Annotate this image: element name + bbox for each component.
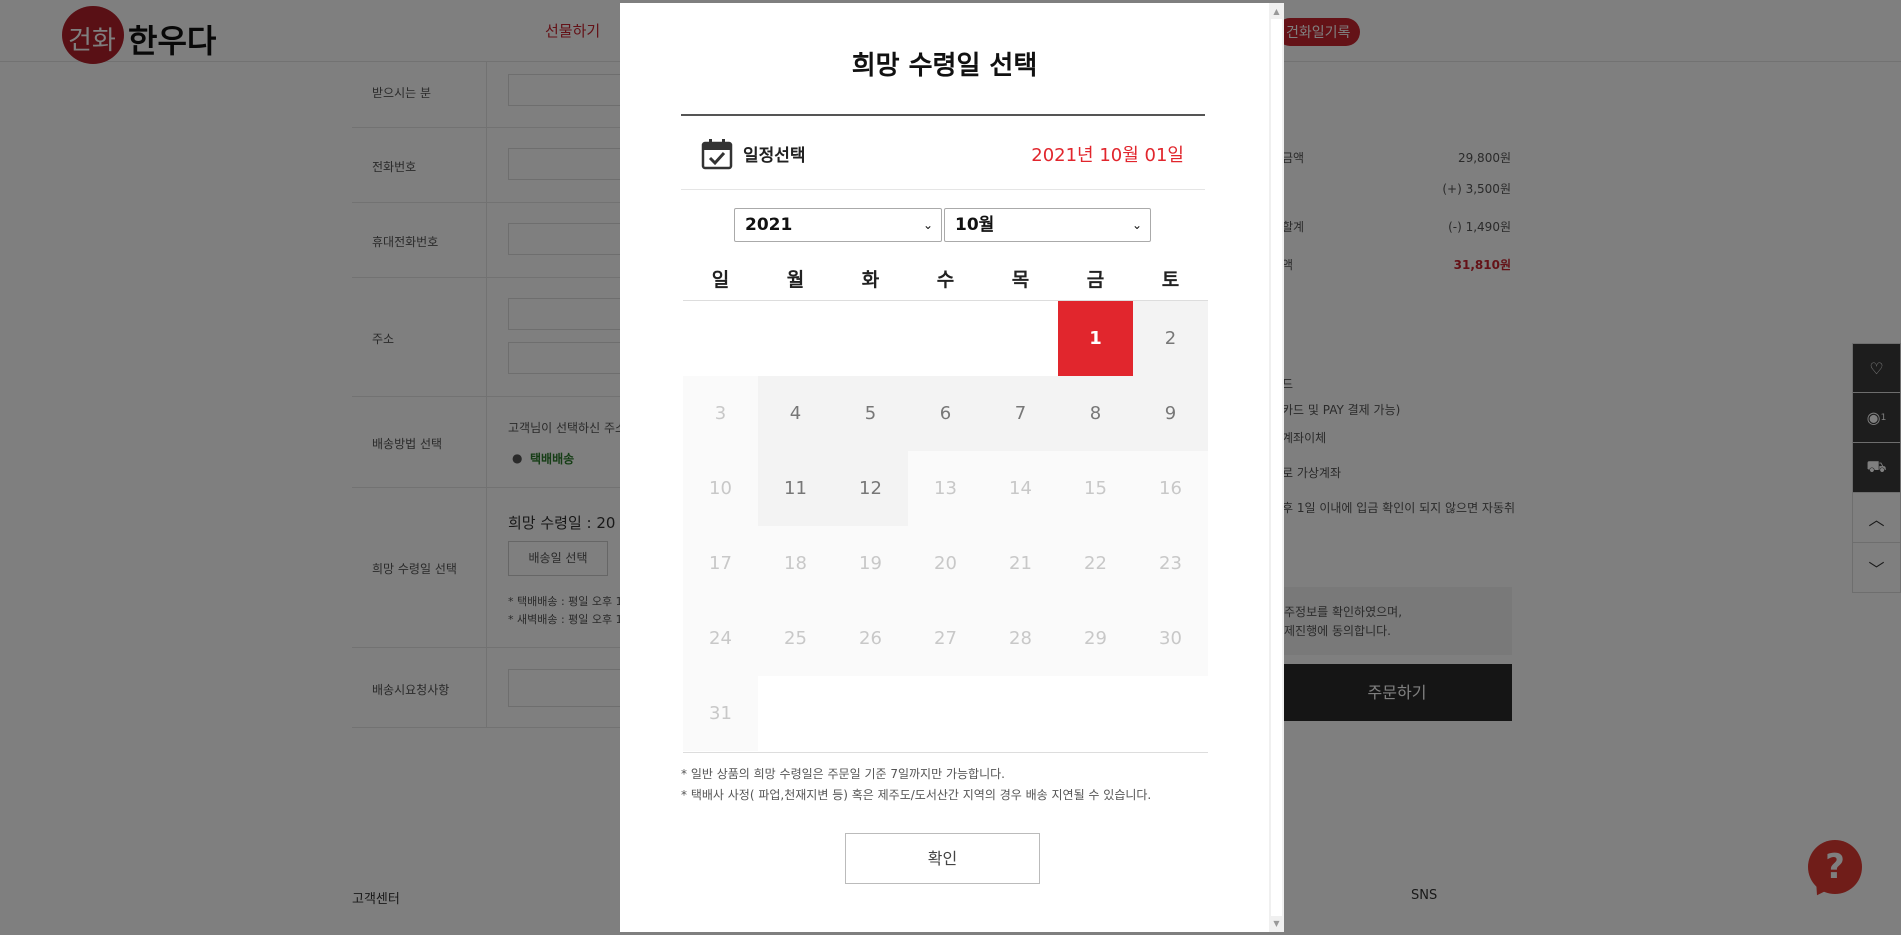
month-select[interactable]: 10월 ⌄ [944,208,1151,242]
calendar-day: 21 [983,526,1058,601]
calendar-day: 28 [983,601,1058,676]
weekday-header: 일 월 화 수 목 금 토 [683,265,1208,301]
calendar-day[interactable]: 5 [833,376,908,451]
scroll-down-arrow-icon[interactable]: ▼ [1272,919,1281,928]
modal-scrollbar[interactable]: ▲ ▼ [1269,3,1284,932]
calendar-day[interactable]: 11 [758,451,833,526]
weekday-sun: 일 [711,269,730,291]
year-select-value: 2021 [745,215,793,235]
calendar-day: 16 [1133,451,1208,526]
calendar-check-icon [701,139,733,170]
calendar-day[interactable]: 4 [758,376,833,451]
weekday-fri: 금 [1086,269,1105,291]
calendar-day: 10 [683,451,758,526]
calendar-day[interactable]: 2 [1133,301,1208,376]
calendar-day-selected[interactable]: 1 [1058,301,1133,376]
calendar-day: 27 [908,601,983,676]
notice-line: * 일반 상품의 희망 수령일은 주문일 기준 7일까지만 가능합니다. [681,767,1005,781]
weekday-wed: 수 [936,269,955,291]
calendar-day: 13 [908,451,983,526]
calendar-day[interactable]: 12 [833,451,908,526]
month-select-value: 10월 [955,215,995,235]
weekday-tue: 화 [861,269,880,291]
calendar-day: 23 [1133,526,1208,601]
selected-date-text: 2021년 10월 01일 [1031,145,1184,166]
calendar-day: 20 [908,526,983,601]
calendar-day: 22 [1058,526,1133,601]
calendar-day: 14 [983,451,1058,526]
calendar-grid: 1 2 3 4 5 6 7 8 9 10 11 12 13 14 15 16 17 18 19 20 21 22 23 24 2… [683,301,1208,753]
schedule-row: 일정선택 2021년 10월 01일 [681,116,1205,190]
calendar-day: 17 [683,526,758,601]
scroll-thumb[interactable] [1271,19,1282,916]
weekday-thu: 목 [1011,269,1030,291]
chevron-down-icon: ⌄ [1131,218,1142,232]
confirm-button[interactable]: 확인 [845,833,1040,884]
calendar-day[interactable]: 7 [983,376,1058,451]
notice-line: * 택배사 사정( 파업,천재지변 등) 혹은 제주도/도서산간 지역의 경우 … [681,788,1152,802]
calendar-day: 25 [758,601,833,676]
calendar-day: 19 [833,526,908,601]
calendar-day[interactable]: 6 [908,376,983,451]
scroll-up-arrow-icon[interactable]: ▲ [1272,7,1281,16]
schedule-label: 일정선택 [743,146,806,166]
weekday-sat: 토 [1161,269,1180,291]
modal-title: 희망 수령일 선택 [851,51,1038,81]
calendar-day: 31 [683,676,758,751]
calendar-day: 3 [683,376,758,451]
weekday-mon: 월 [786,269,805,291]
calendar-day[interactable]: 8 [1058,376,1133,451]
calendar-day: 30 [1133,601,1208,676]
calendar-day: 15 [1058,451,1133,526]
calendar-day: 24 [683,601,758,676]
calendar-day[interactable]: 9 [1133,376,1208,451]
calendar-day: 29 [1058,601,1133,676]
chevron-down-icon: ⌄ [922,218,933,232]
calendar-day: 18 [758,526,833,601]
date-picker-modal: ▲ ▼ 희망 수령일 선택 일정선택 2021년 10월 01일 2021 ⌄ … [620,3,1284,932]
calendar-day: 26 [833,601,908,676]
year-select[interactable]: 2021 ⌄ [734,208,942,242]
